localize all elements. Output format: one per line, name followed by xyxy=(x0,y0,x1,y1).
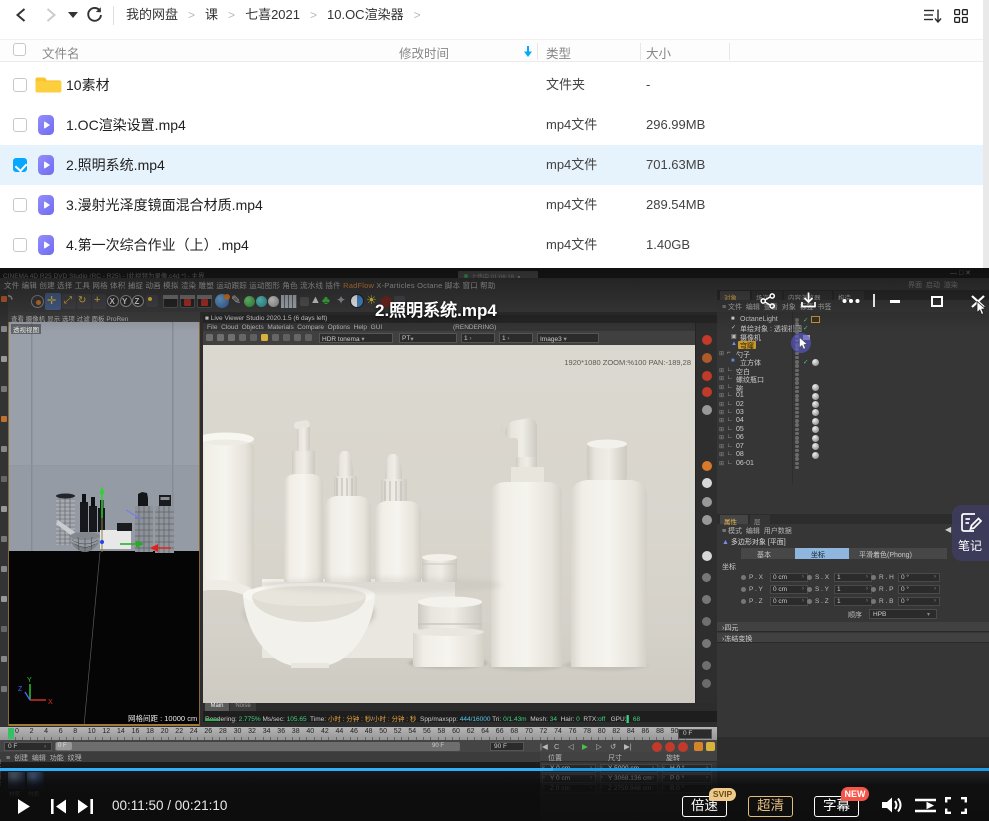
svg-text:1920*1080 ZOOM:%100 PAN:-189: 1920*1080 ZOOM:%100 PAN:-189,28 xyxy=(564,358,691,367)
svg-text:Y: Y xyxy=(27,677,32,684)
svg-text:Z: Z xyxy=(18,686,23,693)
svg-text:X: X xyxy=(48,699,53,706)
svg-text:网格间距 : 10000 cm: 网格间距 : 10000 cm xyxy=(128,713,197,723)
